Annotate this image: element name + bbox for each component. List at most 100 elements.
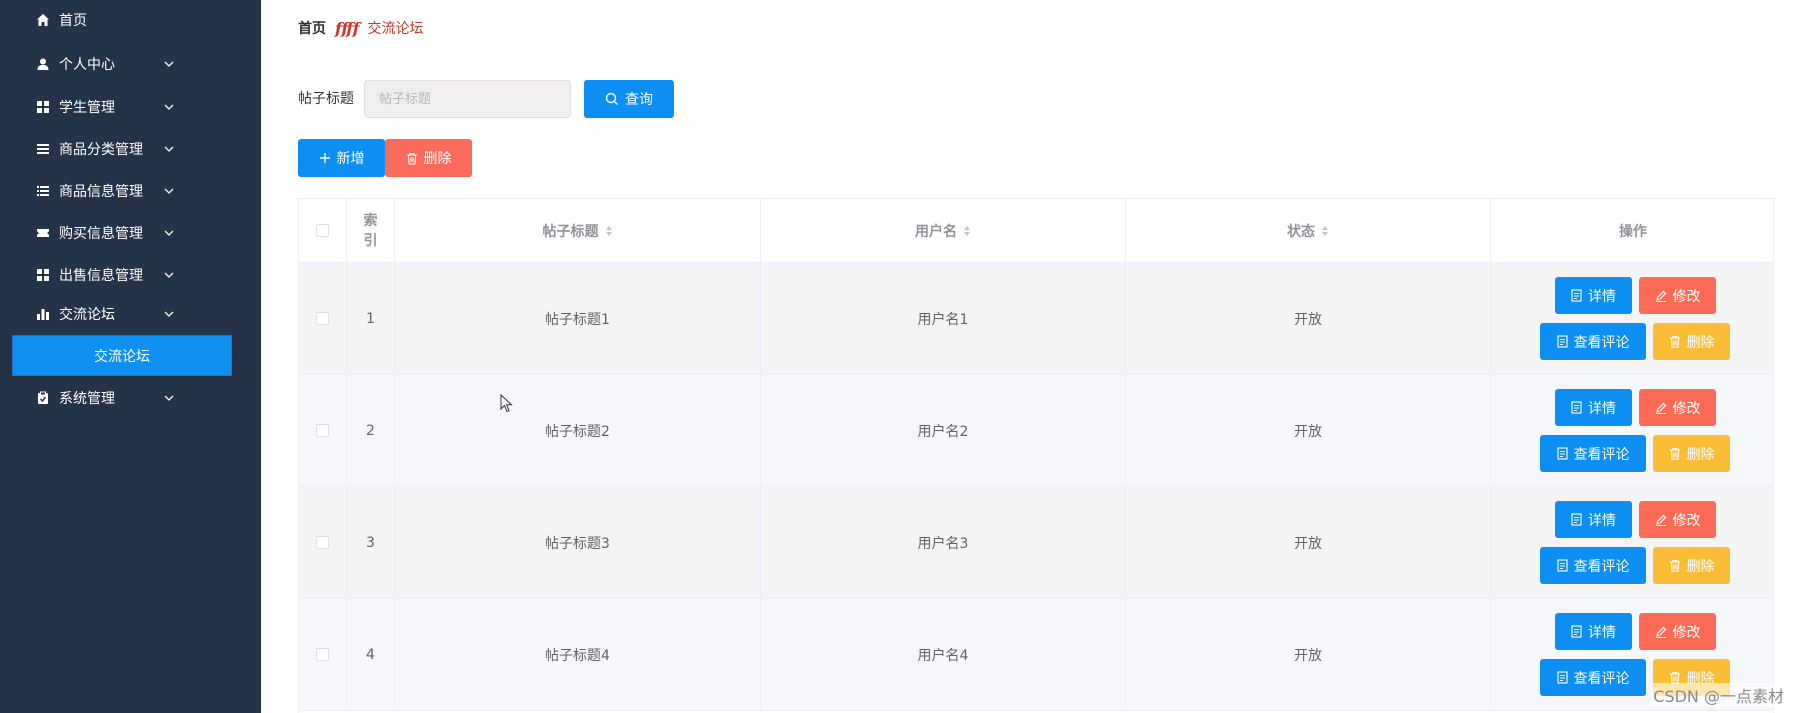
- chevron-down-icon: [164, 395, 174, 401]
- sort-icon[interactable]: [605, 225, 613, 237]
- view-comments-button-label: 查看评论: [1573, 558, 1630, 575]
- view-comments-button[interactable]: 查看评论: [1540, 659, 1646, 696]
- list-icon: [36, 184, 50, 198]
- delete-button-label: 删除: [1686, 334, 1715, 351]
- trash-icon: [1669, 335, 1681, 348]
- document-icon: [1556, 559, 1568, 572]
- edit-button[interactable]: 修改: [1639, 277, 1716, 314]
- sidebar-item-students[interactable]: 学生管理: [0, 90, 261, 124]
- document-icon: [1571, 289, 1582, 302]
- search-button[interactable]: 查询: [584, 80, 674, 118]
- trash-icon: [406, 152, 418, 165]
- row-actions: 详情 修改 查看评论 删除: [1491, 487, 1773, 598]
- header-select-cell: [299, 199, 347, 262]
- detail-button[interactable]: 详情: [1555, 277, 1632, 314]
- header-actions-cell: 操作: [1491, 199, 1773, 262]
- sort-icon[interactable]: [1321, 225, 1329, 237]
- sidebar-item-home[interactable]: 首页: [0, 3, 261, 37]
- sidebar-item-label: 首页: [59, 13, 87, 29]
- row-title: 帖子标题4: [395, 599, 761, 710]
- header-username-label: 用户名: [915, 223, 957, 240]
- search-input[interactable]: [364, 80, 571, 118]
- add-button-label: 新增: [336, 151, 365, 167]
- row-username: 用户名1: [761, 263, 1126, 374]
- sidebar-item-forum[interactable]: 交流论坛: [0, 297, 261, 331]
- bar-chart-icon: [36, 307, 50, 321]
- sidebar-item-label: 出售信息管理: [59, 268, 143, 284]
- submenu-item-forum[interactable]: 交流论坛: [12, 335, 232, 376]
- clipboard-icon: [36, 391, 50, 405]
- search-icon: [605, 92, 619, 106]
- chevron-down-icon: [164, 272, 174, 278]
- edit-icon: [1655, 402, 1667, 414]
- user-icon: [36, 57, 50, 71]
- header-status-cell[interactable]: 状态: [1126, 199, 1491, 262]
- sort-icon[interactable]: [963, 225, 971, 237]
- detail-button[interactable]: 详情: [1555, 389, 1632, 426]
- delete-button[interactable]: 删除: [1653, 547, 1730, 584]
- view-comments-button-label: 查看评论: [1573, 446, 1630, 463]
- view-comments-button-label: 查看评论: [1573, 334, 1630, 351]
- edit-button[interactable]: 修改: [1639, 501, 1716, 538]
- sidebar-item-personal-center[interactable]: 个人中心: [0, 47, 261, 81]
- row-username: 用户名2: [761, 375, 1126, 486]
- ticket-icon: [36, 226, 50, 240]
- watermark: CSDN @一点素材: [1651, 683, 1786, 707]
- edit-button-label: 修改: [1672, 512, 1701, 529]
- view-comments-button-label: 查看评论: [1573, 670, 1630, 687]
- row-checkbox[interactable]: [316, 648, 329, 661]
- home-icon: [36, 13, 50, 27]
- row-checkbox[interactable]: [316, 312, 329, 325]
- row-index: 4: [347, 599, 395, 710]
- breadcrumb-home[interactable]: 首页: [298, 18, 326, 38]
- sidebar-item-label: 交流论坛: [59, 307, 115, 323]
- delete-button[interactable]: 删除: [1653, 323, 1730, 360]
- bulk-delete-button[interactable]: 删除: [385, 139, 472, 177]
- edit-button[interactable]: 修改: [1639, 389, 1716, 426]
- edit-button[interactable]: 修改: [1639, 613, 1716, 650]
- sidebar-item-label: 学生管理: [59, 100, 115, 116]
- row-title: 帖子标题1: [395, 263, 761, 374]
- document-icon: [1571, 513, 1582, 526]
- detail-button-label: 详情: [1588, 624, 1616, 641]
- mouse-cursor-icon: [500, 394, 513, 413]
- document-icon: [1571, 401, 1582, 414]
- detail-button[interactable]: 详情: [1555, 613, 1632, 650]
- search-button-label: 查询: [625, 92, 653, 108]
- sidebar-item-label: 商品分类管理: [59, 142, 143, 158]
- row-checkbox[interactable]: [316, 424, 329, 437]
- chevron-down-icon: [164, 146, 174, 152]
- edit-icon: [1655, 626, 1667, 638]
- sidebar-item-product-category[interactable]: 商品分类管理: [0, 132, 261, 166]
- grid-icon: [36, 268, 50, 282]
- delete-button[interactable]: 删除: [1653, 435, 1730, 472]
- row-checkbox[interactable]: [316, 536, 329, 549]
- add-button[interactable]: 新增: [298, 139, 385, 177]
- select-all-checkbox[interactable]: [316, 224, 329, 237]
- chevron-down-icon: [164, 311, 174, 317]
- sidebar-item-product-info[interactable]: 商品信息管理: [0, 174, 261, 208]
- row-status: 开放: [1126, 599, 1491, 710]
- header-username-cell[interactable]: 用户名: [761, 199, 1126, 262]
- view-comments-button[interactable]: 查看评论: [1540, 547, 1646, 584]
- sidebar-item-sale-info[interactable]: 出售信息管理: [0, 258, 261, 292]
- trash-icon: [1669, 559, 1681, 572]
- table-row: 1 帖子标题1 用户名1 开放 详情 修改 查看评论 删除: [299, 263, 1773, 375]
- edit-icon: [1655, 290, 1667, 302]
- sidebar-item-purchase-info[interactable]: 购买信息管理: [0, 216, 261, 250]
- trash-icon: [1669, 447, 1681, 460]
- forum-table: 索引 帖子标题 用户名 状态 操作 1 帖子标题1 用户名1 开放 详情 修改 …: [298, 198, 1774, 713]
- sidebar-item-system[interactable]: 系统管理: [0, 381, 261, 415]
- row-select-cell: [299, 487, 347, 598]
- chevron-down-icon: [164, 61, 174, 67]
- view-comments-button[interactable]: 查看评论: [1540, 323, 1646, 360]
- grid-icon: [36, 100, 50, 114]
- view-comments-button[interactable]: 查看评论: [1540, 435, 1646, 472]
- detail-button[interactable]: 详情: [1555, 501, 1632, 538]
- edit-button-label: 修改: [1672, 400, 1701, 417]
- row-select-cell: [299, 375, 347, 486]
- breadcrumb-current: 交流论坛: [367, 21, 424, 37]
- header-title-label: 帖子标题: [542, 223, 599, 240]
- header-index-label: 索引: [363, 212, 378, 249]
- header-title-cell[interactable]: 帖子标题: [395, 199, 761, 262]
